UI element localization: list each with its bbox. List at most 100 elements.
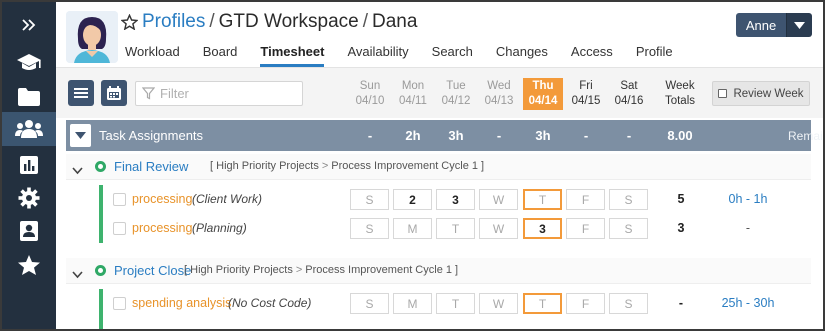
contact-card-icon[interactable] <box>2 214 56 248</box>
path-bracket: ] <box>481 160 485 172</box>
task-row: processing (Client Work) S 2 3 W T F S 5… <box>66 186 811 215</box>
breadcrumb-workspace[interactable]: GTD Workspace <box>219 11 359 33</box>
time-cell-sat[interactable]: S <box>609 218 648 239</box>
time-cell-sun[interactable]: S <box>350 218 389 239</box>
time-cell-mon[interactable]: M <box>393 218 432 239</box>
task-checkbox[interactable] <box>113 193 126 206</box>
task-week-total: - <box>678 296 684 310</box>
time-cell-wed[interactable]: W <box>479 218 518 239</box>
time-cell-thu[interactable]: T <box>523 293 562 314</box>
status-dot-icon <box>95 161 106 172</box>
tab-timesheet[interactable]: Timesheet <box>260 41 325 67</box>
time-cell-sat[interactable]: S <box>609 293 648 314</box>
filter-input[interactable] <box>160 86 300 101</box>
task-assignments-title: Task Assignments <box>99 128 204 143</box>
day-total-mon: 2h <box>405 128 421 143</box>
path-arrow-icon: > <box>321 160 329 172</box>
tab-board[interactable]: Board <box>203 41 238 67</box>
review-week-button[interactable]: Review Week <box>712 81 810 106</box>
day-header-tue[interactable]: Tue 04/12 <box>436 78 476 110</box>
caret-down-icon <box>75 132 86 139</box>
time-cell-mon[interactable]: 2 <box>393 189 432 210</box>
day-name: Thu <box>532 80 554 92</box>
time-cell-sun[interactable]: S <box>350 293 389 314</box>
tab-availability[interactable]: Availability <box>347 41 408 67</box>
tab-changes[interactable]: Changes <box>496 41 548 67</box>
day-header-wed[interactable]: Wed 04/13 <box>479 78 519 110</box>
day-header-sat[interactable]: Sat 04/16 <box>609 78 649 110</box>
time-cell-tue[interactable]: T <box>436 218 475 239</box>
task-name[interactable]: processing <box>132 221 192 235</box>
day-name: Sun <box>359 80 381 92</box>
chevron-down-icon[interactable] <box>72 266 83 284</box>
task-name[interactable]: processing <box>132 192 192 206</box>
user-menu-button[interactable]: Anne <box>736 13 812 37</box>
time-cell-thu[interactable]: T <box>523 189 562 210</box>
time-cell-sat[interactable]: S <box>609 189 648 210</box>
task-remaining[interactable]: - <box>706 221 790 235</box>
tab-workload[interactable]: Workload <box>125 41 180 67</box>
caret-down-icon[interactable] <box>786 13 812 37</box>
time-cell-tue[interactable]: 3 <box>436 189 475 210</box>
collapse-all-button[interactable] <box>70 124 91 147</box>
day-date: 04/15 <box>571 95 601 107</box>
path-parent[interactable]: High Priority Projects <box>216 160 319 172</box>
tab-search[interactable]: Search <box>432 41 473 67</box>
favorite-star-icon[interactable] <box>120 13 139 35</box>
day-header-sun[interactable]: Sun 04/10 <box>350 78 390 110</box>
day-name: Mon <box>401 80 425 92</box>
task-week-total: 5 <box>677 192 685 206</box>
day-total-sat: - <box>626 128 632 143</box>
group-path: [ High Priority Projects > Process Improve… <box>210 160 484 172</box>
time-cell-fri[interactable]: F <box>566 218 605 239</box>
time-cell-sun[interactable]: S <box>350 189 389 210</box>
task-name[interactable]: spending analysis <box>132 296 231 310</box>
day-date: 04/13 <box>484 95 514 107</box>
task-remaining[interactable]: 25h - 30h <box>706 296 790 310</box>
breadcrumb-user: Dana <box>372 11 418 32</box>
week-totals-header: Week Totals <box>657 78 703 109</box>
path-parent[interactable]: High Priority Projects <box>190 264 293 276</box>
tab-access[interactable]: Access <box>571 41 613 67</box>
list-view-button[interactable] <box>68 80 94 106</box>
bar-chart-icon[interactable] <box>2 148 56 182</box>
path-child[interactable]: Process Improvement Cycle 1 <box>331 160 478 172</box>
time-cell-wed[interactable]: W <box>479 293 518 314</box>
time-cell-fri[interactable]: F <box>566 189 605 210</box>
day-header-thu[interactable]: Thu 04/14 <box>523 78 563 110</box>
graduation-cap-icon[interactable] <box>2 46 56 80</box>
task-remaining[interactable]: 0h - 1h <box>706 192 790 206</box>
chevron-down-icon[interactable] <box>72 162 83 180</box>
remaining-header: Remaining <box>788 129 823 143</box>
breadcrumb-profiles[interactable]: Profiles <box>142 11 205 33</box>
filter-field[interactable] <box>135 81 303 106</box>
time-cell-wed[interactable]: W <box>479 189 518 210</box>
day-header-fri[interactable]: Fri 04/15 <box>566 78 606 110</box>
calendar-button[interactable] <box>101 80 127 106</box>
folder-icon[interactable] <box>2 80 56 114</box>
group-path: [ High Priority Projects > Process Improve… <box>184 264 458 276</box>
star-icon[interactable] <box>2 248 56 282</box>
path-child[interactable]: Process Improvement Cycle 1 <box>305 264 452 276</box>
time-cell-fri[interactable]: F <box>566 293 605 314</box>
breadcrumb: Profiles / GTD Workspace / Dana <box>142 11 417 39</box>
group-name[interactable]: Project Close <box>114 263 191 278</box>
app-window: Profiles / GTD Workspace / Dana Workload… <box>2 2 823 329</box>
gear-icon[interactable] <box>2 181 56 215</box>
day-date: 04/14 <box>528 95 558 107</box>
day-date: 04/10 <box>355 95 385 107</box>
day-header-mon[interactable]: Mon 04/11 <box>393 78 433 110</box>
day-date: 04/11 <box>399 95 427 107</box>
task-checkbox[interactable] <box>113 297 126 310</box>
collapse-chevrons-icon[interactable] <box>2 8 56 42</box>
group-name[interactable]: Final Review <box>114 159 188 174</box>
time-cell-tue[interactable]: T <box>436 293 475 314</box>
tab-profile[interactable]: Profile <box>636 41 673 67</box>
users-icon[interactable] <box>2 112 56 146</box>
time-cell-mon[interactable]: M <box>393 293 432 314</box>
time-cell-thu[interactable]: 3 <box>523 218 562 239</box>
day-total-fri: - <box>583 128 589 143</box>
calendar-icon <box>107 86 121 100</box>
user-name-label[interactable]: Anne <box>736 13 786 37</box>
task-checkbox[interactable] <box>113 222 126 235</box>
